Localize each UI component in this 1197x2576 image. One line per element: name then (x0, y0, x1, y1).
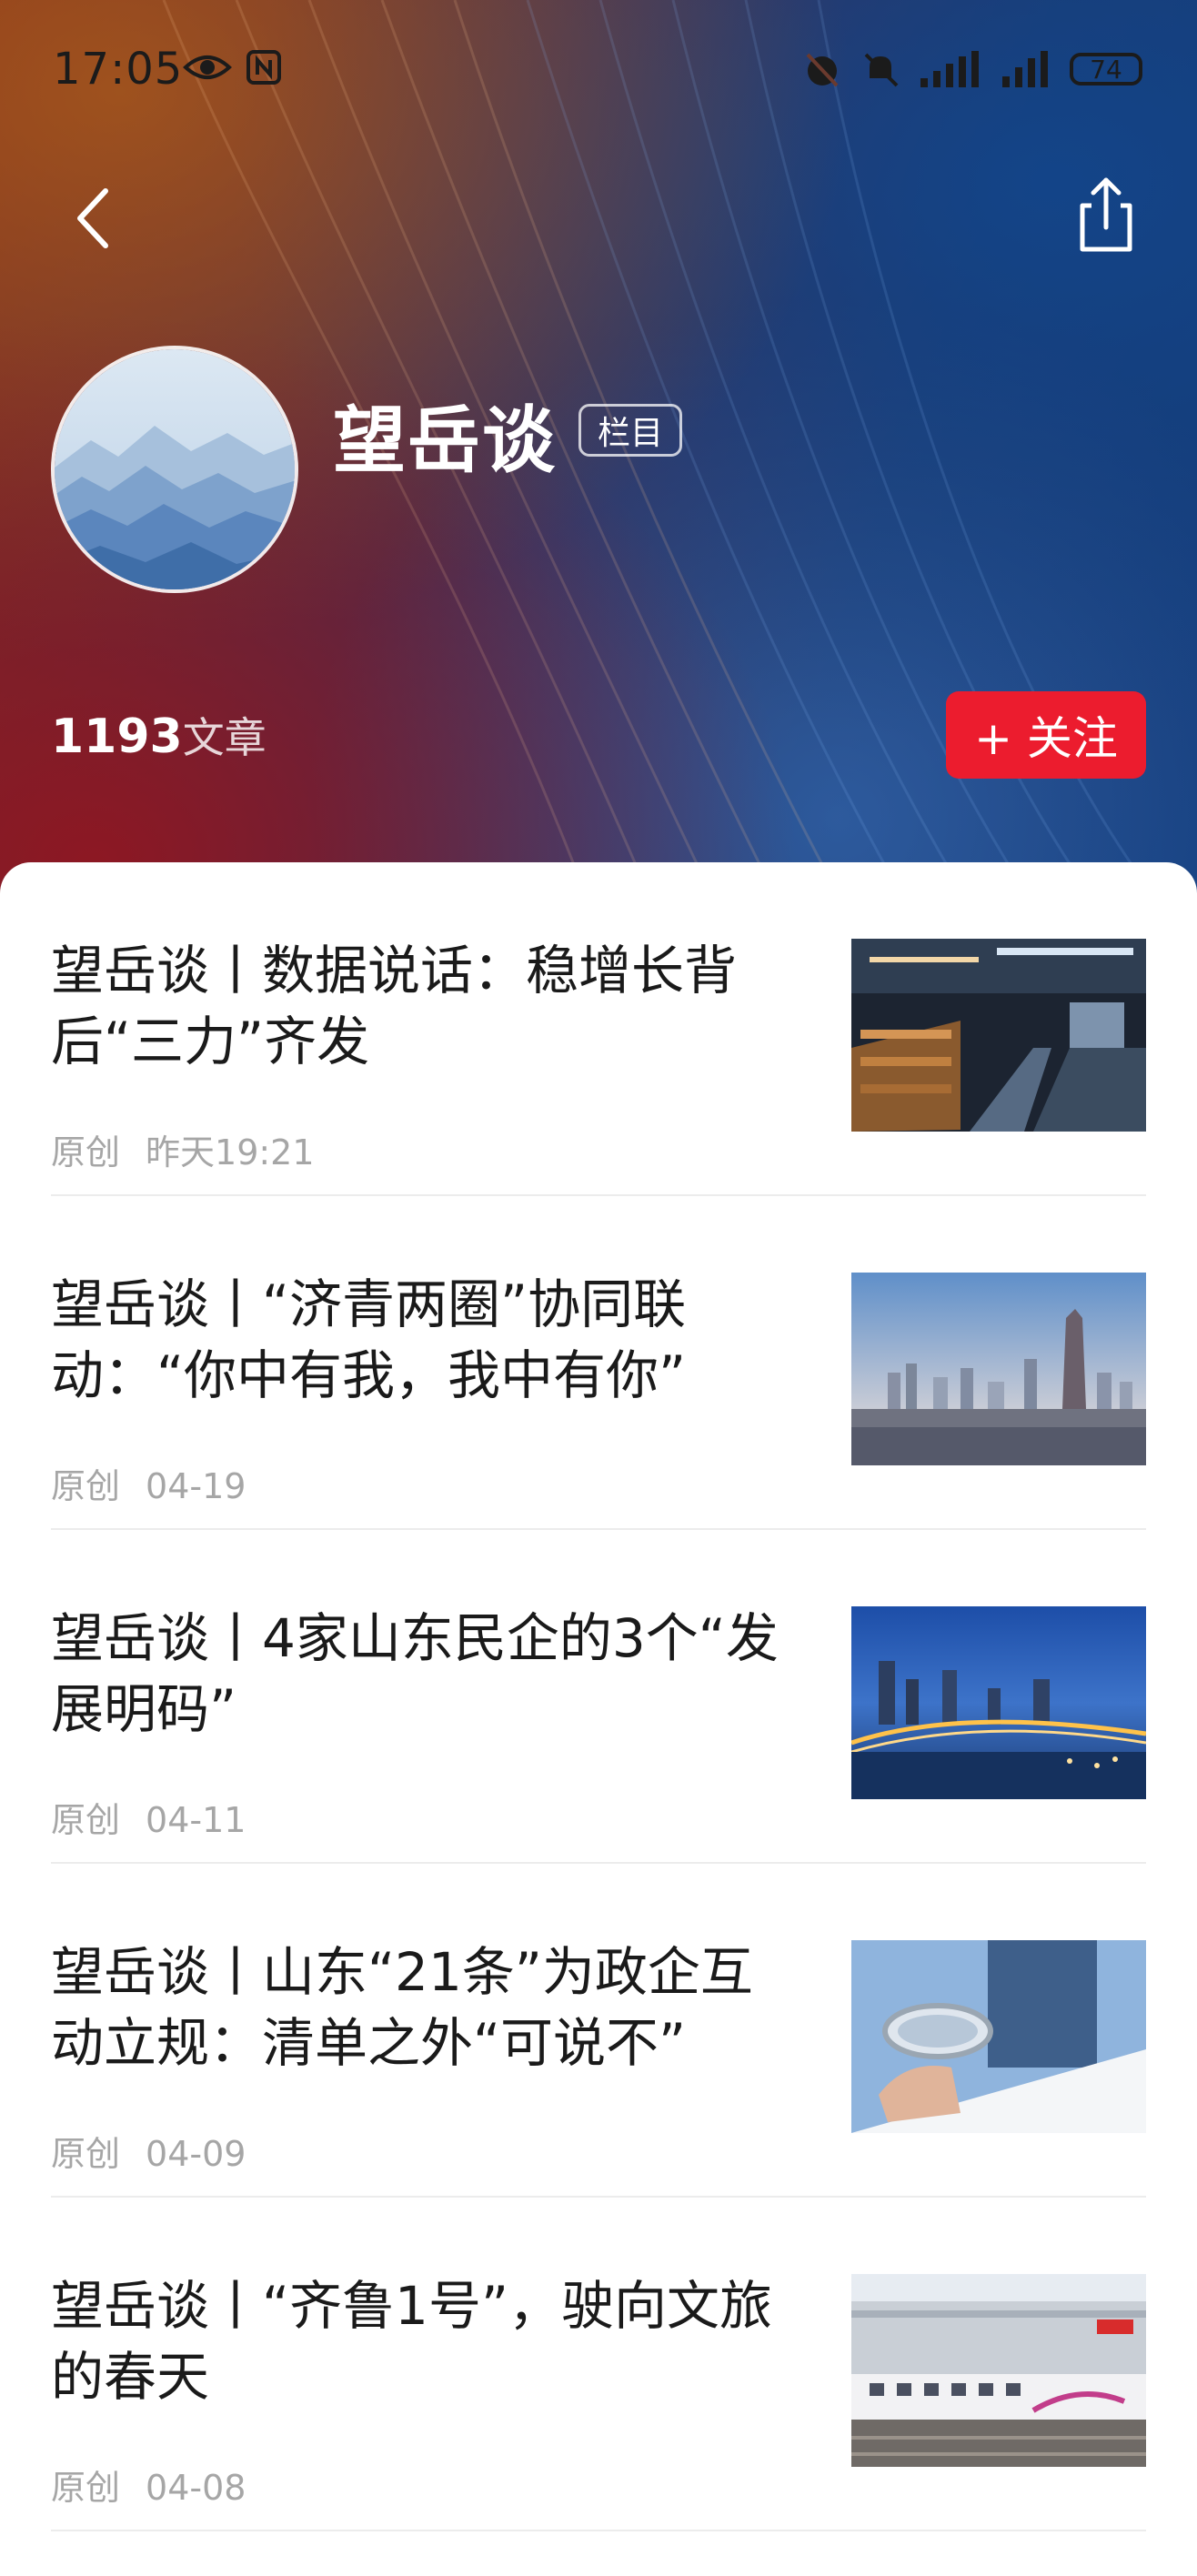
article-source: 原创 (51, 2468, 121, 2508)
battery-level: 74 (1090, 54, 1122, 85)
header-hero-background: 17:05 74 望岳谈 栏目 1193文章 + 关注 (0, 0, 1197, 910)
article-title: 望岳谈丨山东“21条”为政企互动立规：清单之外“可说不” (51, 1941, 753, 2074)
article-source: 原创 (51, 1800, 121, 1840)
battery-icon: 74 (1070, 53, 1142, 86)
share-icon (1080, 177, 1132, 252)
alarm-icon (806, 53, 839, 87)
article-thumbnail (851, 1273, 1146, 1465)
mute-icon (864, 53, 899, 87)
article-date: 04-19 (146, 1466, 246, 1506)
share-button[interactable] (1073, 173, 1139, 255)
article-title: 望岳谈丨数据说话：稳增长背后“三力”齐发 (51, 940, 738, 1072)
article-source: 原创 (51, 1466, 121, 1506)
article-title: 望岳谈丨“齐鲁1号”，驶向文旅的春天 (51, 2275, 772, 2408)
follow-button[interactable]: + 关注 (946, 691, 1146, 779)
article-count-number: 1193 (51, 709, 183, 764)
article-item[interactable]: 望岳谈丨“济青两圈”协同联动：“你中有我，我中有你” 原创 04-19 (51, 1196, 1146, 1530)
article-meta: 原创 昨天19:21 (51, 1124, 315, 1174)
eye-icon (183, 55, 232, 79)
signal-icon (1002, 51, 1048, 87)
article-meta: 原创 04-09 (51, 2126, 246, 2176)
article-thumbnail (851, 1940, 1146, 2133)
status-time: 17:05 (53, 44, 184, 95)
article-source: 原创 (51, 1132, 121, 1172)
back-button[interactable] (64, 182, 118, 255)
article-thumbnail (851, 939, 1146, 1132)
article-meta: 原创 04-08 (51, 2460, 246, 2510)
chevron-left-icon (77, 188, 108, 248)
channel-title: 望岳谈 (333, 398, 557, 483)
article-source: 原创 (51, 2134, 121, 2174)
article-thumbnail (851, 1606, 1146, 1799)
article-title: 望岳谈丨“济青两圈”协同联动：“你中有我，我中有你” (51, 1273, 687, 1406)
signal-icon (920, 51, 979, 87)
article-list: 望岳谈丨数据说话：稳增长背后“三力”齐发 原创 昨天19:21 望岳谈丨“济青两圈… (0, 862, 1197, 2576)
article-date: 04-08 (146, 2468, 246, 2508)
article-title: 望岳谈丨4家山东民企的3个“发展明码” (51, 1607, 779, 1740)
article-thumbnail (851, 2274, 1146, 2467)
status-bar: 17:05 74 (0, 0, 1197, 146)
nfc-icon (246, 50, 281, 85)
article-item[interactable]: 望岳谈丨4家山东民企的3个“发展明码” 原创 04-11 (51, 1530, 1146, 1864)
channel-avatar (51, 346, 298, 593)
article-count: 1193文章 (51, 705, 267, 765)
article-item[interactable]: 望岳谈丨“齐鲁1号”，驶向文旅的春天 原创 04-08 (51, 2198, 1146, 2531)
channel-type-badge: 栏目 (578, 404, 683, 457)
article-meta: 原创 04-19 (51, 1458, 246, 1508)
article-date: 昨天19:21 (146, 1132, 315, 1172)
article-item[interactable]: 望岳谈丨数据说话：稳增长背后“三力”齐发 原创 昨天19:21 (51, 862, 1146, 1196)
article-date: 04-09 (146, 2134, 246, 2174)
article-item[interactable]: 望岳谈丨山东“21条”为政企互动立规：清单之外“可说不” 原创 04-09 (51, 1864, 1146, 2198)
article-meta: 原创 04-11 (51, 1792, 246, 1842)
article-date: 04-11 (146, 1800, 246, 1840)
article-count-label: 文章 (182, 713, 267, 762)
